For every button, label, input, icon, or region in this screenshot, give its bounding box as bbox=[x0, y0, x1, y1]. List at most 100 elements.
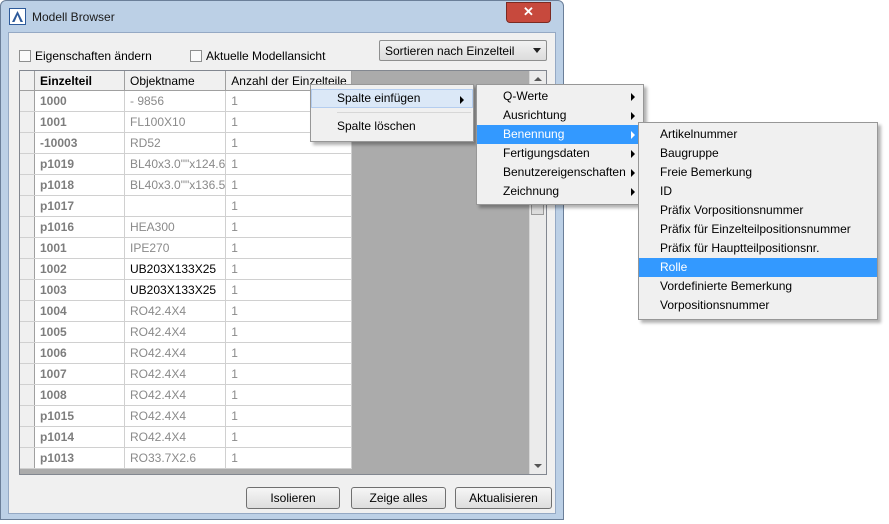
cell-anzahl[interactable]: 1 bbox=[225, 300, 353, 322]
menu-item-id[interactable]: ID bbox=[639, 182, 877, 201]
cell-einzelteil[interactable]: p1017 bbox=[34, 195, 125, 217]
row-header[interactable] bbox=[20, 363, 35, 385]
cell-einzelteil[interactable]: 1007 bbox=[34, 363, 125, 385]
scroll-down-icon[interactable] bbox=[534, 464, 542, 468]
cell-objektname[interactable]: BL40x3.0""x124.6 bbox=[124, 153, 227, 175]
menu-item-praefix-einzelteilpositionsnummer[interactable]: Präfix für Einzelteilpositionsnummer bbox=[639, 220, 877, 239]
row-header[interactable] bbox=[20, 258, 35, 280]
cell-einzelteil[interactable]: 1004 bbox=[34, 300, 125, 322]
table-row[interactable]: p1015 RO42.4X4 1 bbox=[20, 405, 353, 427]
cell-anzahl[interactable]: 1 bbox=[225, 237, 353, 259]
cell-objektname[interactable]: RO42.4X4 bbox=[124, 300, 227, 322]
menu-item-benutzereigenschaften[interactable]: Benutzereigenschaften bbox=[477, 163, 643, 182]
cell-objektname[interactable]: RD52 bbox=[124, 132, 227, 154]
menu-item-ausrichtung[interactable]: Ausrichtung bbox=[477, 106, 643, 125]
table-row[interactable]: p1014 RO42.4X4 1 bbox=[20, 426, 353, 448]
cell-objektname[interactable]: HEA300 bbox=[124, 216, 227, 238]
cell-anzahl[interactable]: 1 bbox=[225, 258, 353, 280]
row-header[interactable] bbox=[20, 321, 35, 343]
cell-einzelteil[interactable]: p1014 bbox=[34, 426, 125, 448]
row-header[interactable] bbox=[20, 216, 35, 238]
current-model-view-checkbox[interactable]: Aktuelle Modellansicht bbox=[190, 49, 325, 63]
row-header[interactable] bbox=[20, 111, 35, 133]
cell-anzahl[interactable]: 1 bbox=[225, 426, 353, 448]
table-row[interactable]: 1003 UB203X133X25 1 bbox=[20, 279, 353, 301]
menu-item-baugruppe[interactable]: Baugruppe bbox=[639, 144, 877, 163]
cell-einzelteil[interactable]: 1001 bbox=[34, 111, 125, 133]
row-header[interactable] bbox=[20, 195, 35, 217]
cell-objektname[interactable]: RO42.4X4 bbox=[124, 426, 227, 448]
cell-objektname[interactable]: RO42.4X4 bbox=[124, 405, 227, 427]
cell-einzelteil[interactable]: 1006 bbox=[34, 342, 125, 364]
cell-objektname[interactable]: IPE270 bbox=[124, 237, 227, 259]
cell-anzahl[interactable]: 1 bbox=[225, 447, 353, 469]
table-row[interactable]: p1019 BL40x3.0""x124.6 1 bbox=[20, 153, 353, 175]
table-row[interactable]: 1007 RO42.4X4 1 bbox=[20, 363, 353, 385]
row-header[interactable] bbox=[20, 279, 35, 301]
menu-item-praefix-vorpositionsnummer[interactable]: Präfix Vorpositionsnummer bbox=[639, 201, 877, 220]
cell-objektname[interactable]: BL40x3.0""x136.5 bbox=[124, 174, 227, 196]
row-header[interactable] bbox=[20, 174, 35, 196]
close-button[interactable]: ✕ bbox=[506, 2, 551, 23]
cell-objektname[interactable]: RO42.4X4 bbox=[124, 384, 227, 406]
refresh-button[interactable]: Aktualisieren bbox=[455, 487, 552, 509]
menu-item-delete-column[interactable]: Spalte löschen bbox=[311, 117, 473, 136]
cell-anzahl[interactable]: 1 bbox=[225, 216, 353, 238]
cell-anzahl[interactable]: 1 bbox=[225, 405, 353, 427]
table-row[interactable]: p1016 HEA300 1 bbox=[20, 216, 353, 238]
table-row[interactable]: p1013 RO33.7X2.6 1 bbox=[20, 447, 353, 469]
cell-anzahl[interactable]: 1 bbox=[225, 195, 353, 217]
checkbox-box[interactable] bbox=[190, 50, 202, 62]
table-row[interactable]: 1002 UB203X133X25 1 bbox=[20, 258, 353, 280]
row-header[interactable] bbox=[20, 384, 35, 406]
table-row[interactable]: 1001 FL100X10 1 bbox=[20, 111, 353, 133]
edit-properties-checkbox[interactable]: Eigenschaften ändern bbox=[19, 49, 152, 63]
table-row[interactable]: 1006 RO42.4X4 1 bbox=[20, 342, 353, 364]
title-bar[interactable]: Modell Browser ✕ bbox=[1, 1, 563, 33]
cell-einzelteil[interactable]: p1015 bbox=[34, 405, 125, 427]
cell-anzahl[interactable]: 1 bbox=[225, 279, 353, 301]
table-row[interactable]: 1008 RO42.4X4 1 bbox=[20, 384, 353, 406]
cell-einzelteil[interactable]: 1003 bbox=[34, 279, 125, 301]
menu-item-q-werte[interactable]: Q-Werte bbox=[477, 87, 643, 106]
table-row[interactable]: 1001 IPE270 1 bbox=[20, 237, 353, 259]
cell-objektname[interactable]: RO42.4X4 bbox=[124, 363, 227, 385]
menu-item-rolle[interactable]: Rolle bbox=[639, 258, 877, 277]
menu-item-praefix-hauptteilpositionsnr[interactable]: Präfix für Hauptteilpositionsnr. bbox=[639, 239, 877, 258]
cell-einzelteil[interactable]: p1018 bbox=[34, 174, 125, 196]
isolate-button[interactable]: Isolieren bbox=[246, 487, 340, 509]
menu-item-freie-bemerkung[interactable]: Freie Bemerkung bbox=[639, 163, 877, 182]
cell-anzahl[interactable]: 1 bbox=[225, 153, 353, 175]
cell-objektname[interactable] bbox=[124, 195, 227, 217]
menu-item-vorpositionsnummer[interactable]: Vorpositionsnummer bbox=[639, 296, 877, 315]
table-row[interactable]: 1000- 9856 1 bbox=[20, 90, 353, 112]
cell-objektname[interactable]: RO42.4X4 bbox=[124, 342, 227, 364]
column-header-objektname[interactable]: Objektname bbox=[124, 71, 227, 91]
table-row[interactable]: p1017 1 bbox=[20, 195, 353, 217]
row-header[interactable] bbox=[20, 237, 35, 259]
row-header[interactable] bbox=[20, 426, 35, 448]
cell-einzelteil[interactable]: p1013 bbox=[34, 447, 125, 469]
table-row[interactable]: -10003 RD52 1 bbox=[20, 132, 353, 154]
cell-anzahl[interactable]: 1 bbox=[225, 174, 353, 196]
menu-item-fertigungsdaten[interactable]: Fertigungsdaten bbox=[477, 144, 643, 163]
cell-objektname[interactable]: RO33.7X2.6 bbox=[124, 447, 227, 469]
cell-einzelteil[interactable]: 1005 bbox=[34, 321, 125, 343]
cell-objektname[interactable]: UB203X133X25 bbox=[124, 279, 227, 301]
cell-anzahl[interactable]: 1 bbox=[225, 342, 353, 364]
cell-objektname[interactable]: - 9856 bbox=[124, 90, 227, 112]
row-header[interactable] bbox=[20, 342, 35, 364]
row-header[interactable] bbox=[20, 153, 35, 175]
cell-einzelteil[interactable]: 1000 bbox=[34, 90, 125, 112]
table-row[interactable]: 1004 RO42.4X4 1 bbox=[20, 300, 353, 322]
table-row[interactable]: p1018 BL40x3.0""x136.5 1 bbox=[20, 174, 353, 196]
cell-einzelteil[interactable]: p1016 bbox=[34, 216, 125, 238]
menu-item-insert-column[interactable]: Spalte einfügen bbox=[311, 89, 473, 108]
cell-einzelteil[interactable]: 1002 bbox=[34, 258, 125, 280]
row-header-corner[interactable] bbox=[20, 71, 35, 91]
column-header-einzelteil[interactable]: Einzelteil bbox=[34, 71, 125, 91]
cell-anzahl[interactable]: 1 bbox=[225, 384, 353, 406]
cell-objektname[interactable]: RO42.4X4 bbox=[124, 321, 227, 343]
cell-einzelteil[interactable]: p1019 bbox=[34, 153, 125, 175]
row-header[interactable] bbox=[20, 405, 35, 427]
